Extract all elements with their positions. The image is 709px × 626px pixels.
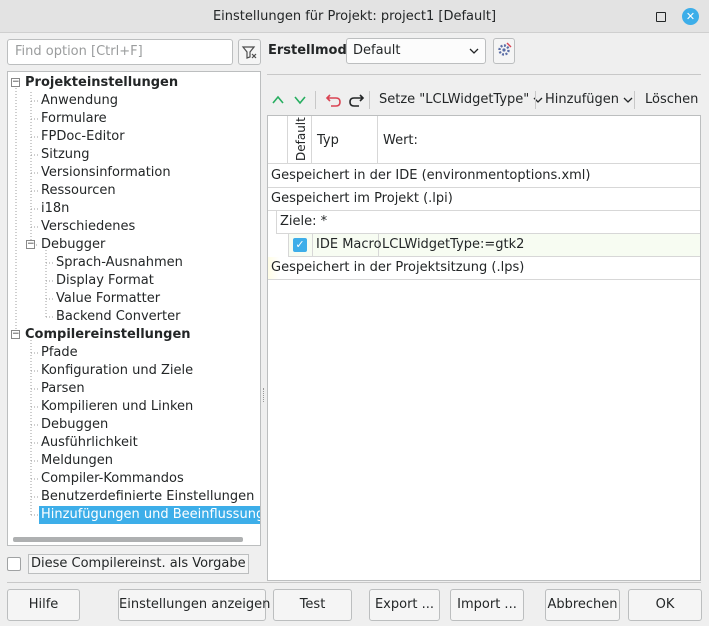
toolbar-separator (634, 91, 635, 109)
ok-button[interactable]: OK (628, 589, 702, 621)
grid-header-type[interactable]: Typ (312, 116, 378, 164)
tree-item[interactable]: i18n (41, 200, 69, 218)
help-button[interactable]: Hilfe (7, 589, 80, 621)
close-icon[interactable]: ✕ (682, 8, 699, 25)
gear-icon (498, 42, 512, 56)
splitter-handle[interactable] (263, 388, 265, 402)
toolbar-separator (315, 91, 316, 109)
grid-header-type-label: Typ (317, 133, 339, 148)
default-options-label[interactable]: Diese Compilereinst. als Vorgabe (28, 554, 249, 574)
macro-type-cell[interactable]: IDE Macro (313, 234, 382, 257)
grid-row-targets[interactable]: Ziele: * (276, 211, 700, 234)
grid-header-value-label: Wert: (383, 133, 418, 148)
title-bar: Einstellungen für Projekt: project1 [Def… (0, 0, 709, 33)
chevron-down-icon (469, 39, 479, 73)
buildmode-label: Erstellmodi (268, 43, 352, 58)
tree-item[interactable]: Projekteinstellungen (25, 74, 178, 92)
search-input[interactable]: Find option [Ctrl+F] (7, 39, 233, 65)
tree-item[interactable]: Compilereinstellungen (25, 326, 191, 344)
grid-header-value[interactable]: Wert: (378, 116, 700, 164)
export-button[interactable]: Export ... (369, 589, 440, 621)
grid-row-macro[interactable]: ✓ IDE Macro LCLWidgetType:=gtk2 (288, 234, 700, 257)
options-grid[interactable]: Default Typ Wert: Gespeichert in der IDE… (267, 115, 701, 581)
tree-item[interactable]: Benutzerdefinierte Einstellungen (41, 488, 254, 506)
separator (7, 582, 701, 583)
buildmode-select[interactable]: Default (346, 38, 486, 64)
tree-item[interactable]: Compiler-Kommandos (41, 470, 184, 488)
toolbar-separator (369, 91, 370, 109)
tree-item[interactable]: Backend Converter (56, 308, 180, 326)
macro-default-checkbox[interactable]: ✓ (293, 238, 307, 252)
tree-item[interactable]: Konfiguration und Ziele (41, 362, 193, 380)
collapse-icon[interactable]: − (26, 240, 35, 249)
tree-item[interactable]: Sprach-Ausnahmen (56, 254, 183, 272)
toolbar: Setze "LCLWidgetType" Hinzufügen Löschen (267, 89, 701, 111)
grid-row-ide[interactable]: Gespeichert in der IDE (environmentoptio… (268, 165, 700, 188)
tree-item[interactable]: Versionsinformation (41, 164, 171, 182)
import-button[interactable]: Import ... (450, 589, 524, 621)
tree-item[interactable]: Display Format (56, 272, 154, 290)
cancel-button[interactable]: Abbrechen (545, 589, 620, 621)
tree-item[interactable]: Pfade (41, 344, 78, 362)
grid-header-blank (268, 116, 288, 164)
tree-item[interactable]: Sitzung (41, 146, 90, 164)
horizontal-scrollbar[interactable] (13, 537, 243, 542)
window-title: Einstellungen für Projekt: project1 [Def… (212, 9, 497, 24)
grid-row-project[interactable]: Gespeichert im Projekt (.lpi) (268, 188, 700, 211)
filter-button[interactable] (238, 39, 261, 65)
tree-item[interactable]: Parsen (41, 380, 85, 398)
tree-item[interactable]: Ressourcen (41, 182, 116, 200)
buildmode-settings-button[interactable] (493, 38, 515, 64)
grid-row-session[interactable]: Gespeichert in der Projektsitzung (.lps) (268, 257, 700, 280)
chevron-down-icon[interactable] (293, 89, 307, 111)
tree-item[interactable]: Verschiedenes (41, 218, 135, 236)
chevron-up-icon[interactable] (271, 89, 285, 111)
set-macro-label: Setze "LCLWidgetType" (379, 92, 530, 107)
add-dropdown[interactable]: Hinzufügen (545, 89, 633, 111)
options-tree[interactable]: − Projekteinstellungen Anwendung Formula… (7, 71, 261, 546)
separator (267, 74, 701, 75)
maximize-icon[interactable] (656, 12, 666, 22)
tree-item[interactable]: Value Formatter (56, 290, 160, 308)
collapse-icon[interactable]: − (11, 330, 20, 339)
set-macro-dropdown[interactable]: Setze "LCLWidgetType" (379, 89, 543, 111)
tree-item[interactable]: Debuggen (41, 416, 108, 434)
delete-button[interactable]: Löschen (645, 89, 698, 111)
filter-icon (241, 46, 257, 59)
tree-item[interactable]: FPDoc-Editor (41, 128, 125, 146)
toolbar-separator (535, 91, 536, 109)
test-button[interactable]: Test (273, 589, 352, 621)
buildmode-value: Default (353, 43, 401, 58)
tree-item-selected[interactable]: Hinzufügungen und Beeinflussungen (39, 506, 260, 524)
grid-header-default-label: Default (294, 117, 308, 161)
tree-item[interactable]: Ausführlichkeit (41, 434, 138, 452)
collapse-icon[interactable]: − (11, 78, 20, 87)
macro-value-cell[interactable]: LCLWidgetType:=gtk2 (379, 234, 701, 257)
tree-item[interactable]: Debugger (41, 236, 105, 254)
chevron-down-icon (623, 97, 633, 103)
tree-item[interactable]: Meldungen (41, 452, 113, 470)
tree-item[interactable]: Anwendung (41, 92, 118, 110)
default-options-checkbox[interactable] (7, 557, 21, 571)
grid-header-default[interactable]: Default (288, 116, 312, 164)
macro-default-cell[interactable]: ✓ (289, 234, 313, 257)
tree-item[interactable]: Formulare (41, 110, 107, 128)
add-label: Hinzufügen (545, 92, 619, 107)
show-options-button[interactable]: Einstellungen anzeigen (118, 589, 270, 621)
tree-item[interactable]: Kompilieren und Linken (41, 398, 193, 416)
redo-icon[interactable] (347, 89, 365, 111)
undo-icon[interactable] (325, 89, 343, 111)
